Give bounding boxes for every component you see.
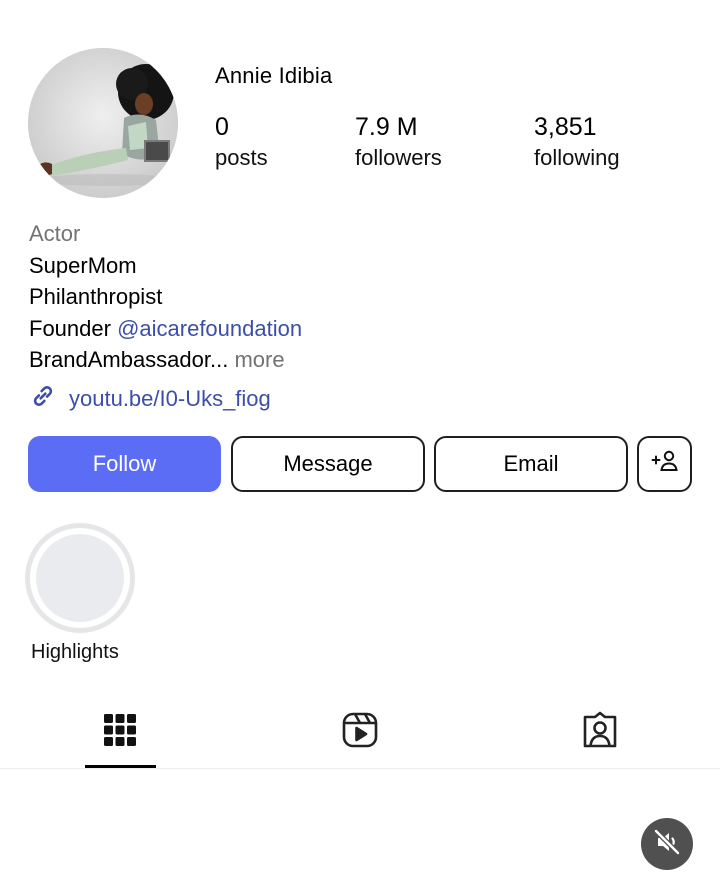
tab-reels[interactable] [338, 710, 382, 754]
bio-mention-link[interactable]: @aicarefoundation [117, 316, 302, 341]
tab-posts-grid[interactable] [98, 710, 142, 754]
speaker-muted-icon [652, 827, 682, 862]
followers-count: 7.9 M [355, 113, 418, 141]
profile-username: Annie Idibia [215, 63, 333, 88]
tab-tagged[interactable] [578, 710, 622, 754]
message-button[interactable]: Message [231, 436, 425, 492]
stat-followers[interactable]: 7.9 M followers [355, 112, 442, 174]
bio-more-button[interactable]: more [234, 347, 284, 372]
reels-icon [341, 711, 379, 754]
link-icon [29, 382, 57, 416]
bio-line-founder: Founder @aicarefoundation [29, 313, 302, 345]
following-label: following [534, 145, 620, 170]
email-button[interactable]: Email [434, 436, 628, 492]
person-plus-icon [650, 449, 680, 479]
stat-following[interactable]: 3,851 following [534, 112, 620, 174]
link-url: youtu.be/I0-Uks_fiog [69, 386, 271, 411]
followers-label: followers [355, 145, 442, 170]
bio-line: SuperMom [29, 252, 137, 278]
suggested-users-button[interactable] [637, 436, 692, 492]
stat-posts: 0 posts [215, 112, 268, 174]
follow-button[interactable]: Follow [28, 436, 221, 492]
posts-label: posts [215, 145, 268, 170]
tagged-icon [580, 710, 620, 755]
bio-line-truncated: BrandAmbassador... more [29, 344, 302, 376]
profile-external-link[interactable]: youtu.be/I0-Uks_fiog [29, 383, 271, 415]
email-button-label: Email [503, 451, 559, 476]
profile-bio: Actor SuperMom Philanthropist Founder @a… [29, 218, 302, 376]
tab-divider [0, 768, 720, 769]
grid-icon [103, 713, 137, 752]
message-button-label: Message [283, 451, 373, 476]
following-count: 3,851 [534, 113, 597, 141]
profile-avatar[interactable] [28, 48, 178, 198]
mute-toggle-button[interactable] [641, 818, 693, 870]
bio-category: Actor [29, 221, 81, 246]
highlight-label: Highlights [31, 641, 119, 663]
bio-truncated-text: BrandAmbassador... [29, 347, 229, 372]
avatar-photo [28, 48, 178, 198]
bio-founder-text: Founder [29, 315, 118, 341]
highlight-cover [36, 534, 124, 622]
bio-line: Philanthropist [29, 284, 163, 309]
follow-button-label: Follow [92, 451, 157, 476]
posts-count: 0 [215, 113, 229, 141]
highlight-new[interactable] [25, 523, 135, 633]
